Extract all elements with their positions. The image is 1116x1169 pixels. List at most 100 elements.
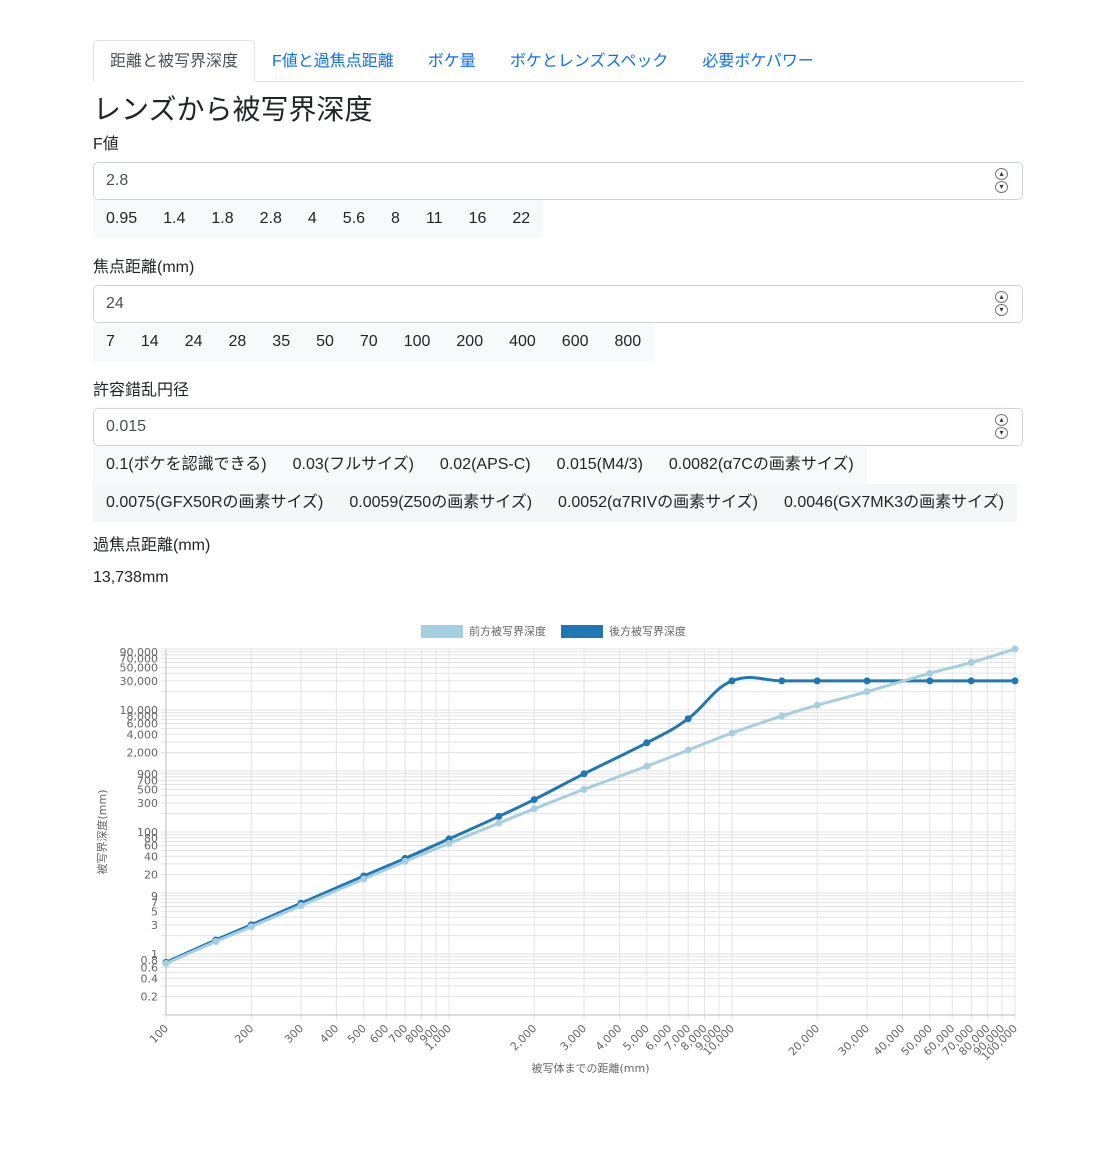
preset-button[interactable]: 5.6	[330, 200, 378, 238]
preset-button[interactable]: 0.03(フルサイズ)	[280, 446, 427, 484]
coc-presets-row1: 0.1(ボケを認識できる) 0.03(フルサイズ) 0.02(APS-C) 0.015…	[93, 446, 867, 484]
hyperfocal-label: 過焦点距離(mm)	[93, 537, 211, 554]
x-axis-title: 被写体までの距離(mm)	[531, 1061, 649, 1075]
preset-button[interactable]: 1.8	[198, 200, 246, 238]
focal-field: ▴ ▾	[93, 285, 1023, 323]
data-point	[684, 746, 692, 754]
spin-down-icon[interactable]: ▾	[995, 304, 1008, 316]
y-tick-label: 0.2	[141, 991, 159, 1004]
data-point	[530, 805, 538, 813]
preset-button[interactable]: 600	[549, 323, 602, 361]
preset-button[interactable]: 2.8	[247, 200, 295, 238]
preset-button[interactable]: 200	[443, 323, 496, 361]
y-tick-label: 300	[137, 797, 158, 810]
data-point	[728, 729, 736, 737]
focal-input[interactable]	[94, 286, 974, 322]
data-point	[1011, 645, 1019, 653]
preset-button[interactable]: 11	[413, 200, 456, 238]
data-point	[863, 677, 871, 685]
preset-button[interactable]: 0.02(APS-C)	[427, 446, 544, 484]
y-tick-label: 3	[151, 919, 158, 932]
preset-button[interactable]: 0.0075(GFX50Rの画素サイズ)	[93, 484, 336, 522]
x-tick-label: 500	[345, 1022, 369, 1046]
data-point	[495, 819, 503, 827]
preset-button[interactable]: 0.95	[93, 200, 150, 238]
preset-button[interactable]: 0.0046(GX7MK3の画素サイズ)	[771, 484, 1017, 522]
data-point	[967, 677, 975, 685]
data-point	[863, 688, 871, 696]
data-point	[926, 677, 934, 685]
fnumber-input[interactable]	[94, 163, 974, 199]
data-point	[643, 739, 651, 747]
x-tick-label: 3,000	[558, 1022, 589, 1053]
spin-up-icon[interactable]: ▴	[995, 168, 1008, 180]
x-tick-label: 2,000	[508, 1022, 539, 1053]
hyperfocal-value: 13,738mm	[93, 569, 169, 586]
tab-bar: 距離と被写界深度 F値と過焦点距離 ボケ量 ボケとレンズスペック 必要ボケパワー	[93, 40, 1023, 82]
preset-button[interactable]: 400	[496, 323, 549, 361]
data-point	[813, 677, 821, 685]
legend-label: 後方被写界深度	[609, 624, 686, 638]
focal-presets: 7 14 24 28 35 50 70 100 200 400 600 800	[93, 323, 655, 361]
tab-bokeh-amount[interactable]: ボケ量	[411, 40, 493, 82]
preset-button[interactable]: 1.4	[150, 200, 198, 238]
data-point	[728, 677, 736, 685]
spin-down-icon[interactable]: ▾	[995, 427, 1008, 439]
legend-label: 前方被写界深度	[469, 624, 546, 638]
preset-button[interactable]: 8	[378, 200, 413, 238]
focal-label: 焦点距離(mm)	[93, 259, 195, 276]
data-point	[967, 659, 975, 667]
x-tick-label: 20,000	[786, 1022, 822, 1058]
preset-button[interactable]: 24	[172, 323, 216, 361]
preset-button[interactable]: 0.015(M4/3)	[544, 446, 656, 484]
coc-presets-row2: 0.0075(GFX50Rの画素サイズ) 0.0059(Z50の画素サイズ) 0.0…	[93, 484, 1018, 522]
spin-up-icon[interactable]: ▴	[995, 414, 1008, 426]
data-point	[162, 959, 170, 967]
preset-button[interactable]: 7	[93, 323, 128, 361]
preset-button[interactable]: 28	[216, 323, 260, 361]
app-container: 距離と被写界深度 F値と過焦点距離 ボケ量 ボケとレンズスペック 必要ボケパワー…	[93, 40, 1023, 588]
focal-spinner[interactable]: ▴ ▾	[995, 291, 1009, 317]
preset-button[interactable]: 0.0052(α7RIVの画素サイズ)	[545, 484, 771, 522]
coc-spinner[interactable]: ▴ ▾	[995, 414, 1009, 440]
spin-down-icon[interactable]: ▾	[995, 181, 1008, 193]
preset-button[interactable]: 50	[303, 323, 347, 361]
preset-button[interactable]: 0.0082(α7Cの画素サイズ)	[656, 446, 867, 484]
y-tick-label: 20	[144, 869, 158, 882]
preset-button[interactable]: 22	[499, 200, 543, 238]
coc-label: 許容錯乱円径	[93, 382, 190, 399]
preset-button[interactable]: 70	[347, 323, 391, 361]
preset-button[interactable]: 14	[128, 323, 172, 361]
preset-button[interactable]: 800	[602, 323, 655, 361]
data-point	[580, 785, 588, 793]
preset-button[interactable]: 16	[456, 200, 500, 238]
preset-button[interactable]: 0.0059(Z50の画素サイズ)	[336, 484, 545, 522]
tab-distance-dof[interactable]: 距離と被写界深度	[93, 40, 256, 82]
y-tick-label: 2,000	[127, 747, 159, 760]
y-tick-label: 9	[151, 890, 158, 903]
preset-button[interactable]: 35	[259, 323, 303, 361]
data-point	[643, 762, 651, 770]
fnumber-spinner[interactable]: ▴ ▾	[995, 168, 1009, 194]
spin-up-icon[interactable]: ▴	[995, 291, 1008, 303]
preset-button[interactable]: 0.1(ボケを認識できる)	[93, 446, 280, 484]
x-tick-label: 100	[147, 1022, 171, 1046]
data-point	[813, 701, 821, 709]
data-point	[212, 938, 220, 946]
preset-button[interactable]: 100	[391, 323, 444, 361]
x-tick-label: 200	[232, 1022, 256, 1046]
preset-button[interactable]: 4	[295, 200, 330, 238]
y-tick-label: 10,000	[120, 704, 159, 717]
data-point	[445, 839, 453, 847]
data-point	[297, 902, 305, 910]
fnumber-field: ▴ ▾	[93, 162, 1023, 200]
data-point	[495, 812, 503, 820]
coc-input[interactable]	[94, 409, 974, 445]
tab-required-bokeh-power[interactable]: 必要ボケパワー	[685, 40, 830, 82]
tab-fnumber-hyperfocal[interactable]: F値と過焦点距離	[255, 40, 411, 82]
tab-bokeh-lens-spec[interactable]: ボケとレンズスペック	[493, 40, 686, 82]
fnumber-label: F値	[93, 136, 119, 153]
data-point	[778, 712, 786, 720]
data-point	[360, 875, 368, 883]
fnumber-presets: 0.95 1.4 1.8 2.8 4 5.6 8 11 16 22	[93, 200, 544, 238]
